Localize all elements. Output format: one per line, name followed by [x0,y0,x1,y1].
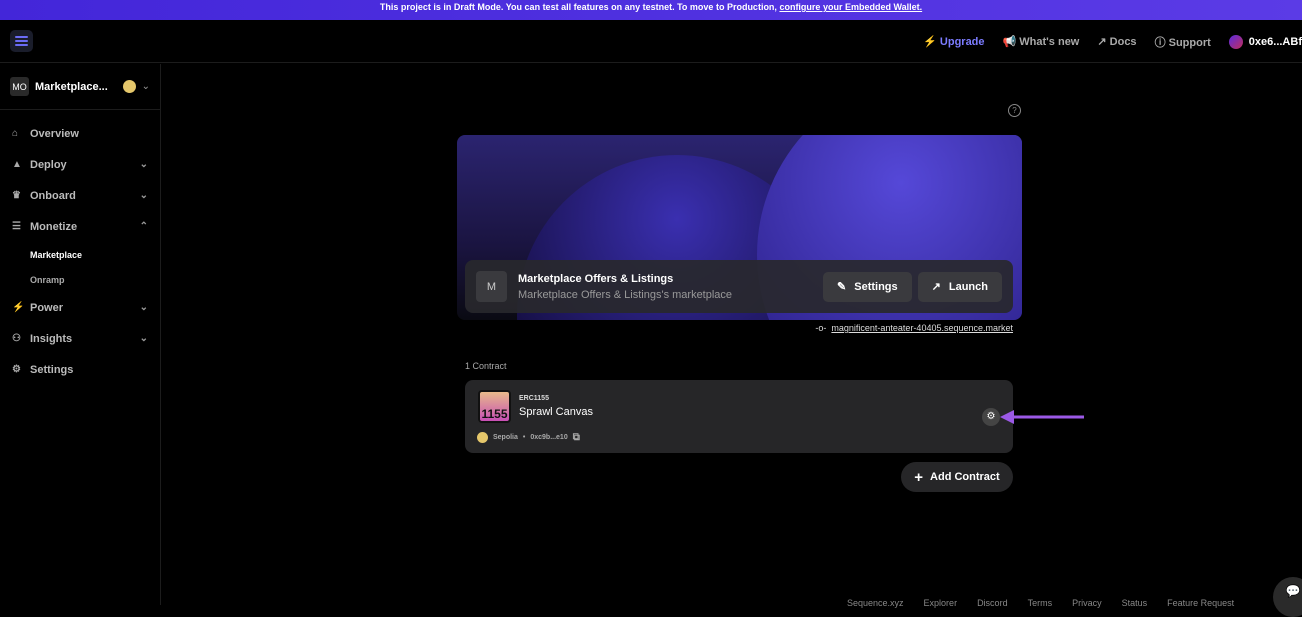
contract-settings-gear-icon[interactable]: ⚙ [982,408,1000,426]
project-initials: MO [10,77,29,96]
marketplace-initial: M [476,271,507,302]
home-icon: ⌂ [12,128,19,139]
sepolia-icon [477,432,488,443]
footer-link-discord[interactable]: Discord [977,598,1008,608]
annotation-arrow-icon [1000,410,1084,424]
sidebar-item-insights[interactable]: ⚇ Insights ⌄ [0,323,160,354]
launch-button[interactable]: ↗ Launch [917,271,1002,302]
add-contract-button[interactable]: + Add Contract [901,462,1013,492]
sidebar-item-label: Settings [30,363,74,376]
sidebar-item-power[interactable]: ⚡ Power ⌄ [0,292,160,323]
sidebar-item-onboard[interactable]: ♛ Onboard ⌄ [0,180,160,211]
monetize-icon: ☰ [12,221,21,232]
top-nav: ⚡ Upgrade 📢 What's new ↗ Docs ⓘ Support … [923,20,1302,63]
whats-new-label: What's new [1019,36,1080,48]
footer-link-feature-request[interactable]: Feature Request [1167,598,1234,608]
network-name: Sepolia [493,434,518,441]
megaphone-icon: 📢 [1002,36,1017,48]
chat-bubble-icon[interactable]: 💬 [1273,577,1302,617]
erc1155-icon: 1155 [478,390,511,423]
sidebar-item-label: Onboard [30,189,76,202]
sidebar-item-label: Deploy [30,158,67,171]
commit-icon: -o- [815,323,827,333]
upgrade-label: Upgrade [939,36,985,48]
draft-mode-banner: This project is in Draft Mode. You can t… [0,0,1302,20]
settings-button[interactable]: ✎ Settings [823,271,912,302]
contract-card[interactable]: 1155 ERC1155 Sprawl Canvas Sepolia • 0xc9b… [465,380,1013,453]
sequence-logo-icon[interactable] [10,30,33,52]
sidebar-item-label: Insights [30,332,73,345]
settings-label: Settings [854,280,898,293]
avatar [1228,34,1243,49]
footer-link-terms[interactable]: Terms [1028,598,1053,608]
help-icon[interactable]: ? [1008,104,1021,117]
account-button[interactable]: 0xe6...ABf [1228,34,1302,49]
upgrade-link[interactable]: ⚡ Upgrade [923,35,984,48]
sidebar-item-settings[interactable]: ⚙ Settings [0,354,160,385]
pencil-icon: ✎ [837,281,847,293]
support-link[interactable]: ⓘ Support [1155,34,1211,50]
copy-icon[interactable]: ⧉ [573,432,580,443]
sidebar-subitem-onramp[interactable]: Onramp [0,267,160,292]
support-label: Support [1168,36,1211,49]
contract-standard: ERC1155 [519,395,549,402]
contract-meta: Sepolia • 0xc9b...e10 ⧉ [477,432,580,443]
marketplace-title: Marketplace Offers & Listings [518,272,674,285]
top-bar: ⚡ Upgrade 📢 What's new ↗ Docs ⓘ Support … [0,20,1302,63]
marketplace-url-link[interactable]: magnificent-anteater-40405.sequence.mark… [831,323,1013,333]
sidebar-item-monetize[interactable]: ☰ Monetize ⌃ [0,211,160,242]
arrow-up-right-icon: ↗ [1097,36,1107,48]
footer-links: Sequence.xyz Explorer Discord Terms Priv… [847,598,1234,608]
banner-text: This project is in Draft Mode. You can t… [379,2,780,12]
sidebar-item-label: Overview [30,127,79,140]
sidebar: MO Marketplace... ⌄ ⌂ Overview ▲ Deploy ⌄ ♛… [0,64,161,605]
sidebar-item-deploy[interactable]: ▲ Deploy ⌄ [0,149,160,180]
gear-icon: ⚙ [12,364,21,375]
sidebar-item-overview[interactable]: ⌂ Overview [0,118,160,149]
docs-link[interactable]: ↗ Docs [1097,35,1136,48]
project-name: Marketplace... [35,80,108,93]
whats-new-link[interactable]: 📢 What's new [1003,35,1080,48]
power-icon: ⚡ [12,302,25,313]
marketplace-url: -o- magnificent-anteater-40405.sequence.… [815,323,1013,333]
account-address: 0xe6...ABf [1248,35,1302,48]
contract-address: 0xc9b...e10 [530,434,568,441]
docs-label: Docs [1109,36,1137,48]
shapes-icon: ▲ [12,159,22,170]
marketplace-subtitle: Marketplace Offers & Listings's marketpl… [518,288,733,301]
marketplace-card: M Marketplace Offers & Listings Marketpla… [465,260,1013,313]
contract-count: 1 Contract [465,361,507,371]
footer-link-explorer[interactable]: Explorer [924,598,958,608]
chevron-down-icon: ⌄ [139,333,148,344]
contract-name: Sprawl Canvas [519,406,593,418]
sidebar-item-label: Monetize [30,220,78,233]
configure-wallet-link[interactable]: configure your Embedded Wallet. [779,2,922,12]
chevron-down-icon: ⌄ [141,81,150,92]
chevron-up-icon: ⌃ [139,221,148,232]
network-coin-icon [122,80,136,93]
plus-icon: + [914,468,924,486]
add-contract-label: Add Contract [930,471,1000,483]
chevron-down-icon: ⌄ [139,190,148,201]
sidebar-item-label: Power [30,301,64,314]
chevron-down-icon: ⌄ [139,302,148,313]
help-icon: ⓘ [1154,36,1166,49]
launch-label: Launch [948,280,988,293]
users-icon: ⚇ [12,333,21,344]
trophy-icon: ♛ [12,190,21,201]
chevron-down-icon: ⌄ [139,159,148,170]
project-selector[interactable]: MO Marketplace... ⌄ [0,64,160,110]
footer-link-privacy[interactable]: Privacy [1072,598,1102,608]
footer-link-status[interactable]: Status [1122,598,1148,608]
sidebar-subitem-marketplace[interactable]: Marketplace [0,242,160,267]
footer-link-sequence[interactable]: Sequence.xyz [847,598,904,608]
arrow-up-right-icon: ↗ [931,281,941,293]
